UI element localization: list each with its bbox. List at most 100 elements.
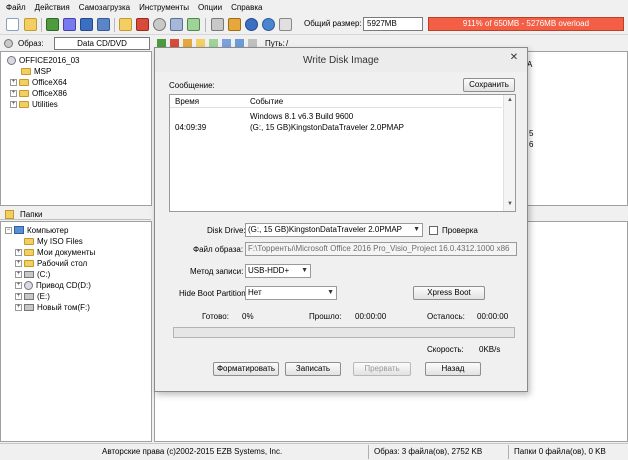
tree-item-officex86[interactable]: + OfficeX86 [10,88,67,98]
folder-tree-drive-d[interactable]: + Привод CD(D:) [15,280,91,290]
save-as-icon[interactable] [97,18,110,31]
expand-icon[interactable]: + [10,89,17,97]
log-header-time[interactable]: Время [175,97,199,106]
expand-icon[interactable]: + [15,270,22,278]
chevron-down-icon: ▼ [327,289,334,296]
disk-drive-select[interactable]: (G:, 15 GB)KingstonDataTraveler 2.0PMAP … [245,223,423,237]
capacity-overload-bar[interactable]: 911% of 650MB - 5276MB overload [428,17,624,31]
write-method-select[interactable]: USB-HDD+ ▼ [245,264,311,278]
remaining-value: 00:00:00 [477,312,509,321]
save-log-button[interactable]: Сохранить [463,78,515,92]
folder-tree-label: Рабочий стол [37,258,88,268]
folder-tree-drive-f[interactable]: + Новый том(F:) [15,302,90,312]
folder-tree-drive-e[interactable]: + (E:) [15,291,50,301]
menu-tools[interactable]: Инструменты [139,3,189,12]
image-file-path[interactable]: F:\Торренты\Microsoft Office 2016 Pro_Vi… [245,242,517,256]
extract-icon[interactable] [63,18,76,31]
extract-folder-icon[interactable] [119,18,132,31]
tree-root[interactable]: OFFICE2016_03 [7,55,79,65]
image-tree-pane: OFFICE2016_03 MSP + OfficeX64 + OfficeX8… [0,51,152,206]
tree-item-utilities[interactable]: + Utilities [10,99,58,109]
folder-icon [24,237,34,245]
add-files-icon[interactable] [46,18,59,31]
mount-icon[interactable] [170,18,183,31]
toolbar-separator [205,18,206,32]
abort-button[interactable]: Прервать [353,362,411,376]
properties-icon[interactable] [211,18,224,31]
menu-options[interactable]: Опции [198,3,222,12]
tree-item-officex64[interactable]: + OfficeX64 [10,77,67,87]
format-button[interactable]: Форматировать [213,362,279,376]
image-label: Образ: [18,39,44,48]
expand-icon[interactable]: + [15,281,22,289]
folder-icon [19,100,29,108]
write-progress-bar [173,327,515,338]
expand-icon[interactable]: + [15,303,22,311]
folder-icon [21,67,31,75]
save-icon[interactable] [80,18,93,31]
log-header-event[interactable]: Событие [250,97,283,106]
tree-item-label: OfficeX86 [32,88,67,98]
log-scrollbar[interactable]: ▲ ▼ [503,95,515,211]
expand-icon[interactable]: + [10,100,17,108]
image-type-selector[interactable]: Data CD/DVD [54,37,150,50]
menu-file[interactable]: Файл [6,3,26,12]
tree-item-label: MSP [34,66,52,76]
about-icon[interactable] [262,18,275,31]
disc-icon [7,55,16,65]
expand-icon[interactable]: + [15,292,22,300]
message-label: Сообщение: [169,81,215,90]
log-row-time: 04:09:39 [175,123,207,132]
folder-icon [24,259,34,267]
done-value: 0% [242,312,254,321]
write-button[interactable]: Записать [285,362,341,376]
delete-icon[interactable] [136,18,149,31]
done-label: Готово: [202,312,229,321]
exit-icon[interactable] [279,18,292,31]
menu-help[interactable]: Справка [231,3,262,12]
close-icon[interactable]: ✕ [507,52,521,64]
chevron-down-icon: ▼ [413,226,420,233]
folder-tree-label: My ISO Files [37,236,83,246]
disk-drive-label: Disk Drive: [207,226,246,235]
back-button[interactable]: Назад [425,362,481,376]
xpress-boot-button[interactable]: Xpress Boot [413,286,485,300]
folder-icon [5,210,14,219]
disc-icon [24,280,33,290]
folder-file-count: Папки 0 файла(ов), 0 KB [514,447,606,456]
compress-icon[interactable] [187,18,200,31]
speed-value: 0KB/s [479,345,501,354]
scroll-up-icon[interactable]: ▲ [507,97,513,103]
status-divider [368,445,369,459]
new-icon[interactable] [6,18,19,31]
menu-actions[interactable]: Действия [35,3,70,12]
tree-item-msp[interactable]: MSP [10,66,51,76]
scroll-down-icon[interactable]: ▼ [507,201,513,207]
folder-icon [24,248,34,256]
open-icon[interactable] [24,18,37,31]
expand-icon[interactable]: + [10,78,17,86]
log-row-event: Windows 8.1 v6.3 Build 9600 [250,112,354,121]
image-file-count: Образ: 3 файла(ов), 2752 KB [374,447,483,456]
folder-tree-drive-c[interactable]: + (C:) [15,269,50,279]
row-fragment: 6 [529,140,534,149]
total-size-label: Общий размер: [304,19,362,28]
expand-icon[interactable]: + [15,259,22,267]
dialog-title: Write Disk Image [303,55,379,66]
help-icon[interactable] [245,18,258,31]
hide-boot-select[interactable]: Нет ▼ [245,286,337,300]
status-divider [508,445,509,459]
write-disk-image-dialog: Write Disk Image ✕ Сообщение: Сохранить … [154,47,528,392]
expand-icon[interactable]: + [15,248,22,256]
verify-checkbox[interactable] [429,226,438,235]
folder-tree-my-iso-files[interactable]: My ISO Files [15,236,83,246]
options-icon[interactable] [228,18,241,31]
remaining-label: Осталось: [427,312,465,321]
burn-disc-icon[interactable] [153,18,166,31]
menu-bootable[interactable]: Самозагрузка [79,3,130,12]
folder-tree-desktop[interactable]: + Рабочий стол [15,258,87,268]
folder-tree-documents[interactable]: + Мои документы [15,247,95,257]
tree-root-label: OFFICE2016_03 [19,55,80,65]
collapse-icon[interactable]: − [5,226,12,234]
folder-tree-computer[interactable]: − Компьютер [5,225,68,235]
